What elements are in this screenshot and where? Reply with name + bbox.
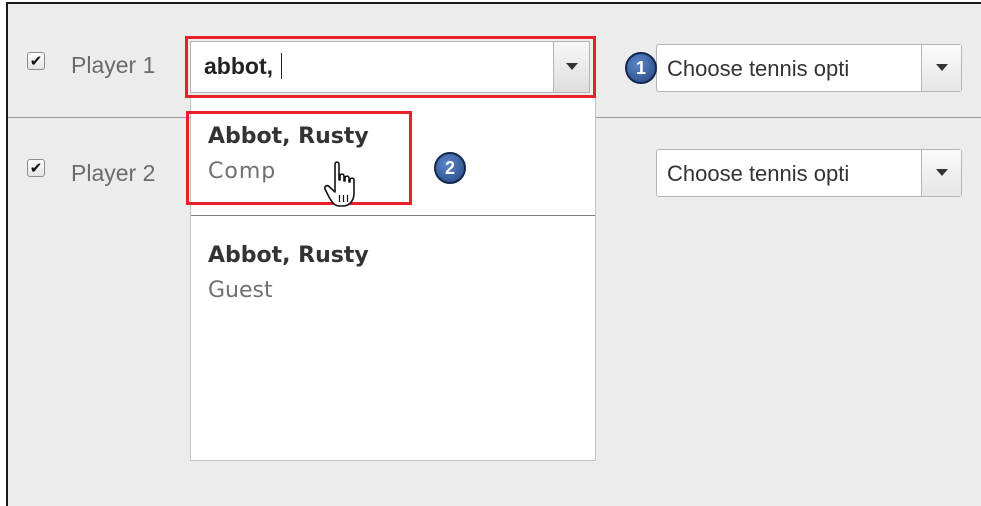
player-2-label: Player 2 <box>71 160 156 186</box>
player-1-select-toggle[interactable] <box>921 45 961 91</box>
hand-pointer-icon <box>324 161 355 207</box>
callout-highlight-search <box>185 36 596 98</box>
player-1-tennis-option-select[interactable]: Choose tennis opti <box>656 44 962 92</box>
step-2-badge: 2 <box>434 152 466 184</box>
player-2-tennis-option-value: Choose tennis opti <box>667 161 850 186</box>
chevron-down-icon <box>936 64 948 71</box>
step-1-badge: 1 <box>625 52 657 84</box>
player-1-label: Player 1 <box>71 52 156 78</box>
result-option-guest[interactable]: Abbot, Rusty Guest <box>191 217 595 317</box>
player-1-checkbox[interactable]: ✔ <box>27 52 45 70</box>
player-1-tennis-option-value: Choose tennis opti <box>667 56 850 81</box>
player-2-checkbox[interactable]: ✔ <box>27 159 45 177</box>
player-2-tennis-option-select[interactable]: Choose tennis opti <box>656 149 962 197</box>
callout-highlight-option <box>186 111 412 205</box>
result-option-name: Abbot, Rusty <box>208 243 369 268</box>
chevron-down-icon <box>936 169 948 176</box>
result-option-type: Guest <box>208 278 273 303</box>
player-2-select-toggle[interactable] <box>921 150 961 196</box>
